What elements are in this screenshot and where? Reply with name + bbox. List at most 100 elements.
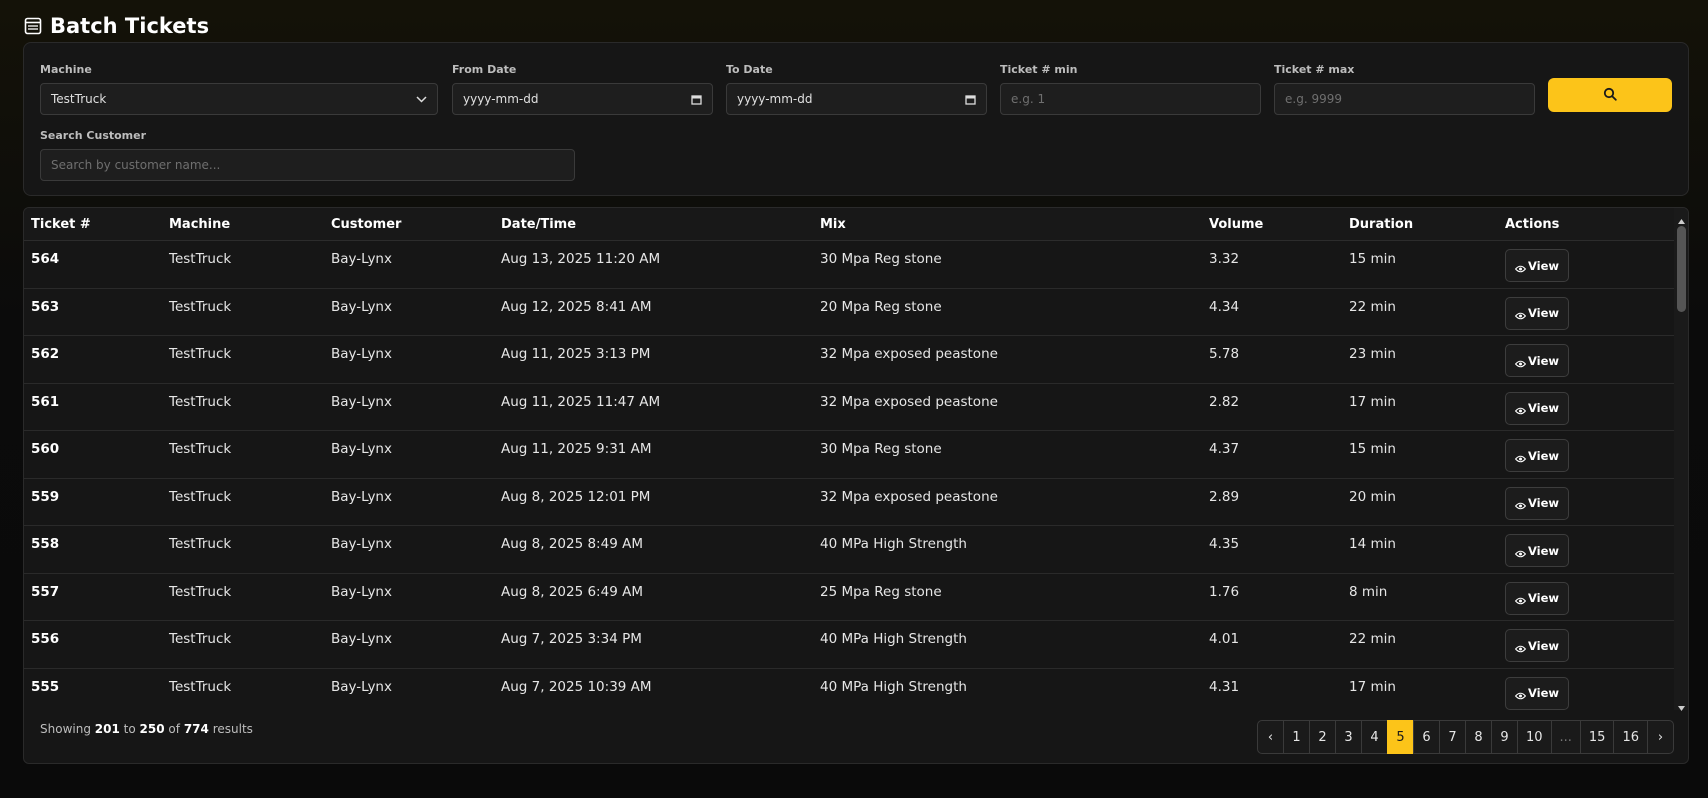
actions-cell: View <box>1505 581 1645 615</box>
pagination-page-2[interactable]: 2 <box>1308 720 1336 754</box>
pagination-page-5[interactable]: 5 <box>1386 720 1414 754</box>
eye-icon <box>1514 594 1527 605</box>
column-header-customer[interactable]: Customer <box>331 217 501 232</box>
datetime-cell: Aug 8, 2025 6:49 AM <box>501 583 643 600</box>
actions-cell: View <box>1505 534 1645 567</box>
ticket-max-placeholder: e.g. 9999 <box>1285 92 1342 106</box>
pagination-page-16[interactable]: 16 <box>1613 720 1648 754</box>
duration-cell: 20 min <box>1349 488 1396 505</box>
pagination-page-10[interactable]: 10 <box>1516 720 1552 754</box>
calendar-icon[interactable] <box>964 93 976 105</box>
actions-cell: View <box>1505 344 1645 377</box>
duration-cell: 23 min <box>1349 346 1396 362</box>
view-button[interactable]: View <box>1505 296 1569 330</box>
pagination-page-8[interactable]: 8 <box>1464 720 1492 754</box>
view-button[interactable]: View <box>1505 439 1569 472</box>
machine-cell: TestTruck <box>169 346 232 362</box>
view-button[interactable]: View <box>1505 344 1569 377</box>
table-row: 556 TestTruck Bay-Lynx Aug 7, 2025 3:34 PM 4… <box>24 621 1674 669</box>
view-button[interactable]: View <box>1505 676 1569 710</box>
pagination-page-1[interactable]: 1 <box>1282 720 1310 754</box>
actions-cell: View <box>1505 391 1645 425</box>
duration-cell: 14 min <box>1349 536 1396 552</box>
to-date-input[interactable]: yyyy-mm-dd <box>726 83 987 115</box>
column-header-duration[interactable]: Duration <box>1349 217 1505 232</box>
ticket-cell: 557 <box>31 583 60 600</box>
duration-cell: 22 min <box>1349 298 1396 315</box>
column-header-machine[interactable]: Machine <box>169 217 331 232</box>
machine-cell: TestTruck <box>169 393 232 410</box>
results-to: 250 <box>139 722 165 736</box>
pagination-page-6[interactable]: 6 <box>1412 720 1440 754</box>
mix-cell: 40 MPa High Strength <box>820 536 967 552</box>
customer-search-field: Search Customer Search by customer name.… <box>40 129 575 181</box>
customer-cell: Bay-Lynx <box>331 583 392 600</box>
mix-cell: 32 Mpa exposed peastone <box>820 488 998 505</box>
ticket-max-input[interactable]: e.g. 9999 <box>1274 83 1535 115</box>
table-row: 562 TestTruck Bay-Lynx Aug 11, 2025 3:13 PM… <box>24 336 1674 384</box>
column-header-mix[interactable]: Mix <box>820 217 1209 232</box>
column-header-actions: Actions <box>1505 216 1560 232</box>
filter-panel: Machine TestTruck From Date yyyy-mm-dd T… <box>23 42 1689 196</box>
scroll-up-icon[interactable] <box>1677 211 1686 224</box>
results-summary: Showing 201 to 250 of 774 results <box>40 722 253 736</box>
table-scrollbar[interactable] <box>1674 208 1688 711</box>
search-icon <box>1603 87 1617 104</box>
column-header-ticket[interactable]: Ticket # <box>24 217 169 232</box>
page-title: Batch Tickets <box>50 14 210 38</box>
duration-cell: 15 min <box>1349 441 1396 457</box>
ticket-min-input[interactable]: e.g. 1 <box>1000 83 1261 115</box>
volume-cell: 4.37 <box>1209 441 1240 457</box>
mix-cell: 32 Mpa exposed peastone <box>820 346 998 362</box>
scroll-down-icon[interactable] <box>1677 698 1686 711</box>
view-button[interactable]: View <box>1505 391 1569 425</box>
from-date-input[interactable]: yyyy-mm-dd <box>452 83 713 115</box>
customer-search-input[interactable]: Search by customer name... <box>40 149 575 181</box>
customer-cell: Bay-Lynx <box>331 631 392 647</box>
view-button-label: View <box>1527 353 1560 368</box>
pagination-page-7[interactable]: 7 <box>1438 720 1466 754</box>
mix-cell: 30 Mpa Reg stone <box>820 251 942 267</box>
pagination-page-15[interactable]: 15 <box>1579 720 1615 754</box>
pagination-next-button[interactable]: › <box>1647 720 1674 754</box>
list-table-icon <box>24 17 42 35</box>
pagination-page-3[interactable]: 3 <box>1334 720 1362 754</box>
calendar-icon[interactable] <box>690 93 702 105</box>
volume-cell: 4.01 <box>1209 631 1240 647</box>
volume-cell: 3.32 <box>1209 251 1240 267</box>
view-button[interactable]: View <box>1505 534 1569 567</box>
datetime-cell: Aug 8, 2025 12:01 PM <box>501 488 651 505</box>
view-button-label: View <box>1527 591 1560 605</box>
from-date-placeholder: yyyy-mm-dd <box>463 92 539 106</box>
pagination-page-4[interactable]: 4 <box>1360 720 1388 754</box>
view-button[interactable]: View <box>1505 581 1569 615</box>
ticket-min-label: Ticket # min <box>1000 63 1078 76</box>
customer-cell: Bay-Lynx <box>331 393 392 410</box>
actions-cell: View <box>1505 629 1645 662</box>
duration-cell: 22 min <box>1349 631 1396 647</box>
column-header-datetime[interactable]: Date/Time <box>501 217 820 232</box>
tickets-table: Ticket # Machine Customer Date/Time Mix … <box>24 208 1674 710</box>
eye-icon <box>1514 499 1527 510</box>
mix-cell: 20 Mpa Reg stone <box>820 298 942 315</box>
view-button-label: View <box>1527 258 1560 273</box>
view-button[interactable]: View <box>1505 486 1569 520</box>
datetime-cell: Aug 12, 2025 8:41 AM <box>501 298 652 315</box>
eye-icon <box>1514 262 1527 272</box>
view-button-label: View <box>1527 638 1560 653</box>
volume-cell: 2.82 <box>1209 393 1240 410</box>
customer-cell: Bay-Lynx <box>331 346 392 362</box>
pagination-page-9[interactable]: 9 <box>1490 720 1518 754</box>
view-button[interactable]: View <box>1505 629 1569 662</box>
scrollbar-thumb[interactable] <box>1677 226 1686 312</box>
actions-cell: View <box>1505 439 1645 472</box>
ticket-cell: 564 <box>31 251 60 267</box>
ticket-cell: 563 <box>31 298 60 315</box>
duration-cell: 15 min <box>1349 251 1396 267</box>
machine-cell: TestTruck <box>169 583 232 600</box>
column-header-volume[interactable]: Volume <box>1209 217 1349 232</box>
view-button[interactable]: View <box>1505 249 1569 282</box>
search-button[interactable] <box>1548 78 1672 112</box>
pagination-prev-button[interactable]: ‹ <box>1256 720 1284 754</box>
machine-select[interactable]: TestTruck <box>40 83 438 115</box>
